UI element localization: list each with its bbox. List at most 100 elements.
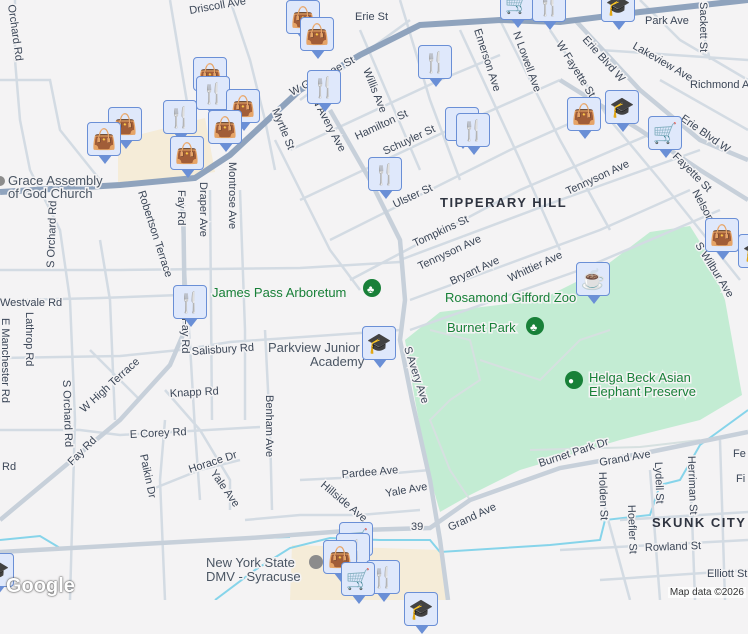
shopping-bag-marker[interactable]: 👜 [300,17,334,59]
shopping-bag-icon: 👜 [709,224,735,247]
street-label: N Lowell Ave [510,30,543,94]
svg-text:♣: ♣ [530,322,537,334]
shopping-bag-icon: 👜 [212,116,238,139]
svg-text:Academy: Academy [310,354,365,369]
street-label: Pardee Ave [341,464,399,481]
shopping-cart-icon: 🛒 [652,122,678,145]
coffee-cup-icon: ☕ [580,268,606,291]
graduation-cap-icon: 🎓 [408,598,434,621]
svg-text:DMV - Syracuse: DMV - Syracuse [206,569,301,584]
svg-text:Elephant Preserve: Elephant Preserve [589,384,696,399]
svg-text:●: ● [568,376,574,387]
street-label: Grand Ave [446,501,498,534]
street-label: Emerson Ave [471,27,503,93]
school-marker[interactable]: 🎓 [605,90,639,132]
street-label: Holden St [596,472,610,521]
street-label: Yale Ave [384,481,428,500]
street-label: Erie Blvd W [678,113,732,156]
graduation-cap-icon: 🎓 [743,239,748,264]
map-attribution: Map data ©2026 [667,587,746,598]
street-label: Rowland St [645,540,702,554]
cafe-marker[interactable]: ☕ [576,262,610,304]
google-logo: Google [6,575,75,597]
shopping-cart-marker[interactable]: 🛒 [648,116,682,158]
shopping-bag-marker[interactable]: 👜 [705,218,739,260]
street-label: Park Ave [645,15,689,27]
street-label: Westvale Rd [0,297,62,309]
shopping-bag-marker[interactable]: 👜 [208,110,242,152]
fork-knife-icon: 🍴 [422,51,448,74]
shopping-bag-icon: 👜 [571,103,597,126]
street-label: Fay Rd [175,190,187,225]
government-icon [309,555,323,569]
street-label: Richmond Ave [690,79,748,91]
shopping-bag-marker[interactable]: 👜 [567,97,601,139]
fork-knife-icon: 🍴 [177,291,203,314]
restaurant-marker[interactable]: 🍴 [307,70,341,112]
school-marker[interactable]: 🎓 [362,326,396,368]
street-label: Hoefler St [625,505,639,554]
restaurant-marker[interactable]: 🍴 [418,45,452,87]
school-marker[interactable]: 🎓 [601,0,635,30]
school-marker[interactable]: 🎓 [738,234,748,268]
restaurant-marker[interactable]: 🍴 [196,76,230,118]
fork-knife-icon: 🍴 [200,82,226,105]
church-icon [0,176,5,186]
neighborhood-label: SKUNK CITY [652,515,746,530]
restaurant-marker[interactable]: 🍴 [368,157,402,199]
street-label: Montrose Ave [226,162,238,229]
shopping-bag-marker[interactable]: 👜 [170,136,204,178]
graduation-cap-icon: 🎓 [366,332,392,355]
route-shield: 39 [411,521,423,533]
street-label: S Orchard Rd [60,380,74,448]
svg-text:Burnet Park: Burnet Park [447,320,516,335]
street-label: E Manchester Rd [0,318,11,403]
fork-knife-icon: 🍴 [311,76,337,99]
svg-text:New York State: New York State [206,555,295,570]
graduation-cap-icon: 🎓 [605,0,631,17]
svg-text:of God Church: of God Church [8,186,93,201]
poi-grace-church[interactable]: Grace Assembly of God Church [0,172,105,203]
poi-burnet-park[interactable]: Burnet Park ♣ [446,317,544,337]
shopping-bag-icon: 👜 [304,23,330,46]
street-label: Sackett St [697,2,709,52]
shopping-cart-icon: 🛒 [504,0,530,15]
street-label: Erie St [355,11,388,23]
restaurant-marker[interactable]: 🍴 [163,100,197,142]
street-label: Elliott St [707,568,747,580]
restaurant-marker[interactable]: 🍴 [456,113,490,155]
fork-knife-icon: 🍴 [460,119,486,142]
street-label: Orchard Rd [5,4,25,62]
svg-text:James Pass Arboretum: James Pass Arboretum [212,285,346,300]
street-label: Myrtle St [269,107,296,152]
restaurant-marker[interactable]: 🍴 [532,0,566,30]
shopping-bag-icon: 👜 [91,128,117,151]
street-label: Rd [2,461,16,473]
street-label: Yale Ave [208,468,242,510]
street-label: Grand Ave [598,448,651,469]
shopping-cart-marker[interactable]: 🛒 [500,0,534,28]
street-label: Lathrop Rd [23,312,35,366]
street-label: E Corey Rd [130,426,187,441]
svg-text:Helga Beck Asian: Helga Beck Asian [589,370,691,385]
shopping-bag-marker[interactable]: 👜 [87,122,121,164]
street-label: Benham Ave [263,395,275,457]
svg-text:♣: ♣ [367,284,374,296]
street-label: Lakeview Ave [631,40,695,84]
street-label: Knapp Rd [170,385,219,400]
street-label: Fi [736,473,745,485]
street-label: Hillside Ave [318,479,369,525]
street-label: Fe [733,448,746,460]
street-label: Bryant Ave [448,254,501,287]
street-label: S Orchard Rd [45,200,59,268]
school-marker[interactable]: 🎓 [404,592,438,634]
fork-knife-icon: 🍴 [536,0,562,17]
poi-parkview-academy[interactable]: Parkview Junior Academy [267,339,367,371]
restaurant-marker[interactable]: 🍴 [173,285,207,327]
poi-zoo[interactable]: Rosamond Gifford Zoo [444,289,578,307]
shopping-cart-marker[interactable]: 🛒 [341,562,375,604]
street-label: Paikin Dr [137,453,158,499]
svg-text:Rosamond Gifford Zoo: Rosamond Gifford Zoo [445,290,576,305]
street-label: Willis Ave [360,67,389,115]
fork-knife-icon: 🍴 [167,106,193,129]
